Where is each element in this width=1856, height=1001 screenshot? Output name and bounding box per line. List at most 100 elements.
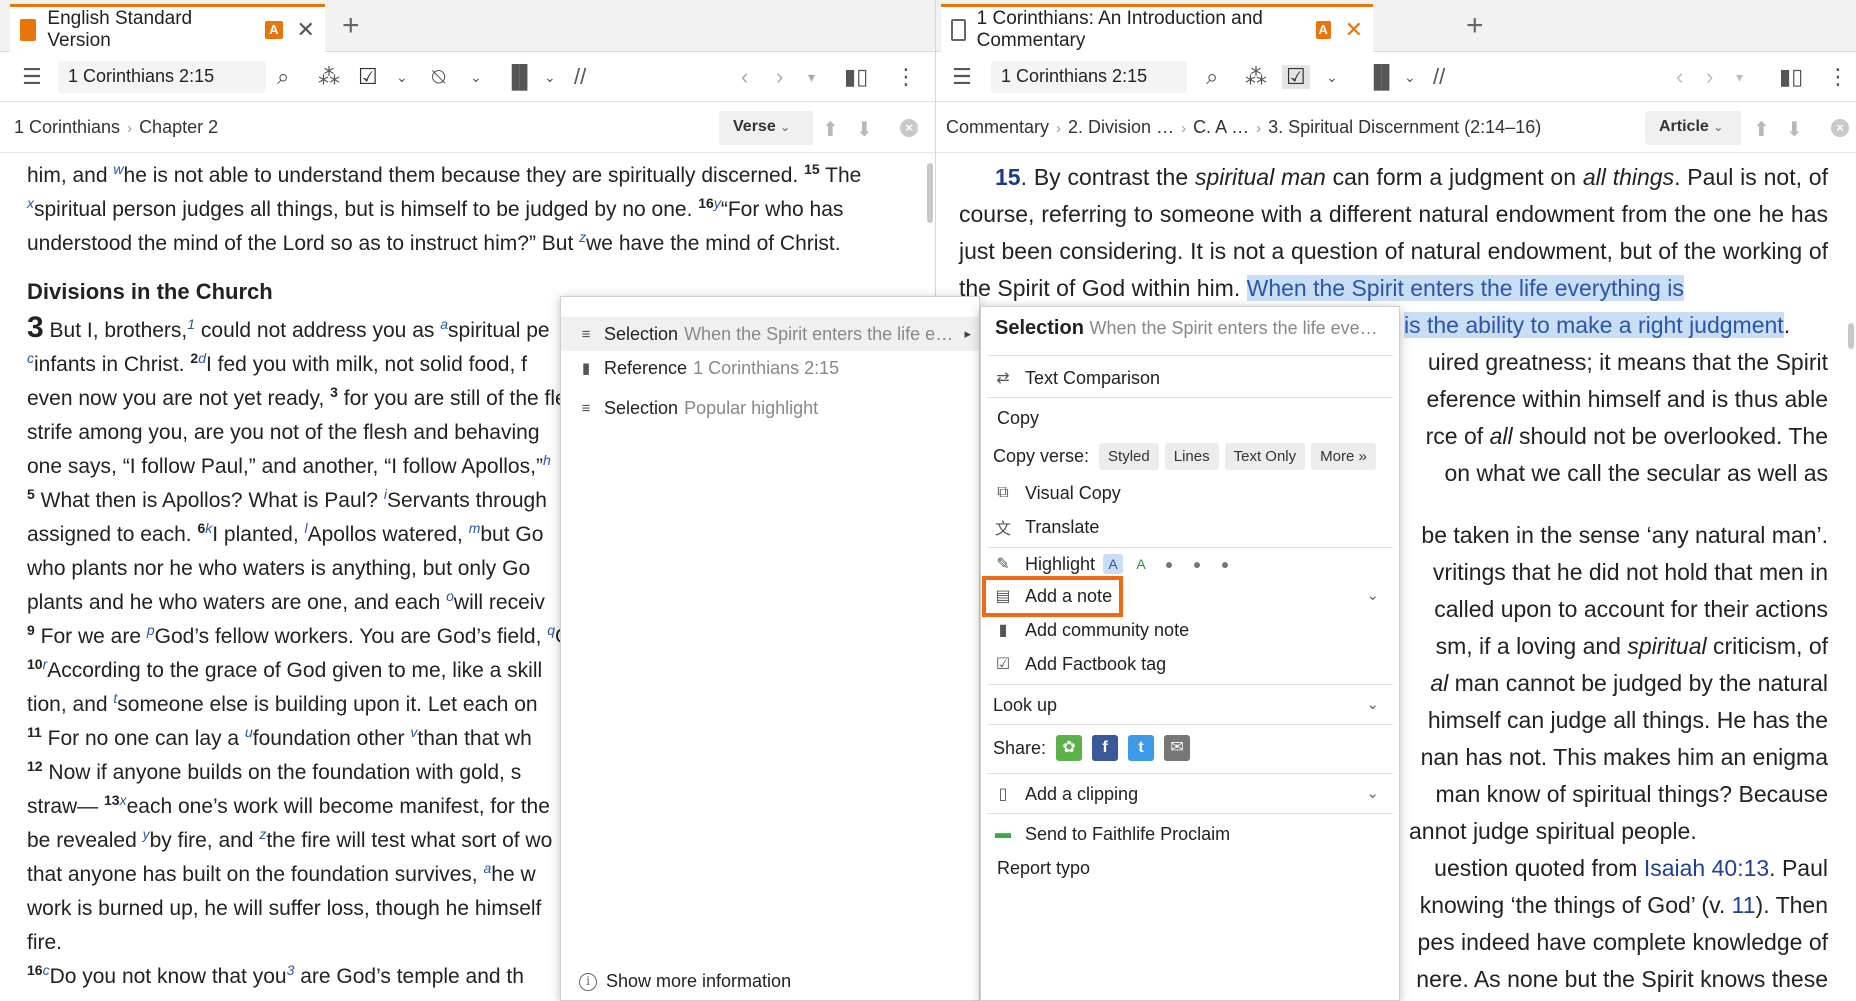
add-factbook-tag-item[interactable]: ☑ Add Factbook tag	[993, 648, 1391, 680]
scrollbar[interactable]	[927, 163, 933, 223]
new-tab-button[interactable]: +	[342, 10, 360, 42]
auto-badge: A	[1315, 20, 1331, 39]
proclaim-icon: ▬	[995, 825, 1011, 842]
faithlife-share-icon[interactable]: ✿	[1056, 735, 1083, 761]
layout-icon[interactable]: ▮▯	[1779, 65, 1803, 89]
highlight-callout	[982, 576, 1123, 617]
menu-icon[interactable]: ☰	[952, 65, 972, 89]
tab-commentary[interactable]: 1 Corinthians: An Introduction and Comme…	[941, 4, 1373, 52]
translate-icon: 文	[994, 521, 1011, 538]
compare-arrows-icon: ⇄	[996, 370, 1010, 387]
crumb-section[interactable]: C. A …	[1193, 117, 1249, 137]
parallel-icon[interactable]: ▐▌	[504, 65, 535, 89]
chevron-down-icon[interactable]: ⌄	[1404, 65, 1416, 89]
crumb-book[interactable]: 1 Corinthians	[14, 117, 120, 137]
highlight-style-blue[interactable]: A	[1103, 554, 1124, 574]
article-mode-select[interactable]: Article ⌄	[1645, 111, 1741, 145]
send-to-proclaim-item[interactable]: ▬ Send to Faithlife Proclaim	[993, 818, 1391, 850]
twitter-icon[interactable]: t	[1128, 735, 1155, 761]
person-icon[interactable]: ●	[1187, 554, 1207, 574]
copy-text-only-button[interactable]: Text Only	[1224, 442, 1306, 470]
close-circle-icon[interactable]: ×	[1831, 119, 1849, 137]
translate-item[interactable]: 文 Translate	[993, 511, 1391, 543]
chevron-down-icon[interactable]: ⌄	[544, 65, 556, 89]
chevron-down-icon[interactable]: ⌄	[1366, 695, 1379, 713]
menu-item-popular-highlight[interactable]: ≡ Selection Popular highlight	[579, 391, 969, 425]
crumb-subsection[interactable]: 3. Spiritual Discernment (2:14–16)	[1268, 117, 1541, 137]
context-menu: ≡ Selection When the Spirit enters the l…	[560, 296, 980, 1001]
highlight-style-green[interactable]: A	[1131, 554, 1151, 574]
menu-item-reference[interactable]: ▮ Reference 1 Corinthians 2:15	[579, 351, 969, 385]
forward-icon[interactable]: ›	[1706, 65, 1713, 89]
copy-more-button[interactable]: More »	[1311, 442, 1376, 470]
submenu-title: Selection When the Spirit enters the lif…	[995, 317, 1378, 339]
facebook-icon[interactable]: f	[1092, 735, 1119, 761]
chevron-down-icon[interactable]: ⌄	[1366, 784, 1379, 802]
crumb-commentary[interactable]: Commentary	[946, 117, 1049, 137]
email-icon[interactable]: ✉	[1164, 735, 1191, 761]
layout-icon[interactable]: ▮▯	[844, 65, 868, 89]
verse-number[interactable]: 15	[995, 164, 1021, 190]
crumb-division[interactable]: 2. Division …	[1068, 117, 1174, 137]
interlinear-icon[interactable]: //	[574, 65, 586, 89]
search-icon[interactable]: ⌕	[277, 65, 289, 89]
copy-verse-row: Copy verse: Styled Lines Text Only More …	[993, 438, 1391, 474]
left-toolbar: ☰ 1 Corinthians 2:15 ⌕ ⁂ ☑ ⌄ ⍉ ⌄ ▐▌ ⌄ //…	[0, 52, 935, 102]
arrow-up-icon[interactable]: ⬆	[822, 117, 839, 142]
scripture-link[interactable]: Isaiah 40:13	[1644, 855, 1769, 881]
back-icon[interactable]: ‹	[741, 65, 748, 89]
chevron-down-icon[interactable]: ⌄	[470, 65, 482, 89]
copy-styled-button[interactable]: Styled	[1099, 442, 1159, 470]
close-circle-icon[interactable]: ×	[900, 119, 918, 137]
people-icon[interactable]: ⁂	[1245, 65, 1267, 89]
verse-mode-select[interactable]: Verse ⌄	[719, 111, 813, 145]
parallel-icon[interactable]: ▐▌	[1366, 65, 1397, 89]
person-icon[interactable]: ●	[1159, 554, 1179, 574]
chevron-down-icon[interactable]: ⌄	[1366, 586, 1379, 604]
forward-icon[interactable]: ›	[776, 65, 783, 89]
close-tab-icon[interactable]: ✕	[1345, 18, 1363, 41]
more-options-icon[interactable]: ⋮	[895, 65, 917, 89]
scrollbar[interactable]	[1848, 323, 1854, 349]
verse-link[interactable]: 11	[1732, 892, 1756, 918]
people-icon[interactable]: ⁂	[318, 65, 340, 89]
visual-copy-item[interactable]: ⧉ Visual Copy	[993, 477, 1391, 509]
reference-input[interactable]: 1 Corinthians 2:15	[58, 61, 266, 93]
add-clipping-item[interactable]: ▯ Add a clipping	[993, 778, 1391, 810]
menu-item-selection[interactable]: ≡ Selection When the Spirit enters the l…	[561, 317, 979, 351]
chevron-down-icon[interactable]: ⌄	[1326, 65, 1338, 89]
look-up-item[interactable]: Look up	[993, 689, 1391, 721]
new-tab-button[interactable]: +	[1466, 10, 1484, 42]
interlinear-icon[interactable]: //	[1433, 65, 1445, 89]
back-icon[interactable]: ‹	[1676, 65, 1683, 89]
arrow-up-icon[interactable]: ⬆	[1753, 117, 1770, 142]
copy-lines-button[interactable]: Lines	[1164, 442, 1219, 470]
crumb-separator: ›	[127, 120, 133, 137]
search-icon[interactable]: ⌕	[1206, 65, 1218, 89]
copy-item[interactable]: Copy	[993, 402, 1391, 434]
clipping-icon: ▯	[998, 786, 1008, 803]
report-typo-item[interactable]: Report typo	[993, 852, 1391, 884]
text-comparison-item[interactable]: ⇄ Text Comparison	[993, 362, 1391, 394]
breadcrumb: Commentary › 2. Division … › C. A … › 3. Spiri…	[936, 103, 1856, 153]
person-icon[interactable]: ●	[1215, 554, 1235, 574]
visual-filter-icon[interactable]: ☑	[1282, 65, 1310, 89]
crumb-chapter[interactable]: Chapter 2	[139, 117, 218, 137]
menu-icon[interactable]: ☰	[22, 65, 42, 89]
more-options-icon[interactable]: ⋮	[1827, 65, 1849, 89]
show-more-information[interactable]: i Show more information	[579, 971, 791, 992]
divider	[987, 773, 1393, 774]
arrow-down-icon[interactable]: ⬇	[856, 117, 873, 142]
close-tab-icon[interactable]: ✕	[297, 18, 315, 41]
visual-filter-icon[interactable]: ☑	[358, 65, 378, 89]
arrow-down-icon[interactable]: ⬇	[1786, 117, 1803, 142]
history-dropdown-icon[interactable]: ▾	[1736, 65, 1743, 89]
right-tab-bar: 1 Corinthians: An Introduction and Comme…	[936, 0, 1856, 52]
reference-input[interactable]: 1 Corinthians 2:15	[991, 61, 1187, 93]
inline-search-icon[interactable]: ⍉	[432, 65, 445, 89]
chevron-down-icon[interactable]: ⌄	[396, 65, 408, 89]
add-community-note-item[interactable]: ▮ Add community note	[993, 614, 1391, 646]
tab-esv[interactable]: English Standard Version A ✕	[10, 4, 325, 52]
history-dropdown-icon[interactable]: ▾	[808, 65, 815, 89]
divider	[987, 355, 1393, 356]
